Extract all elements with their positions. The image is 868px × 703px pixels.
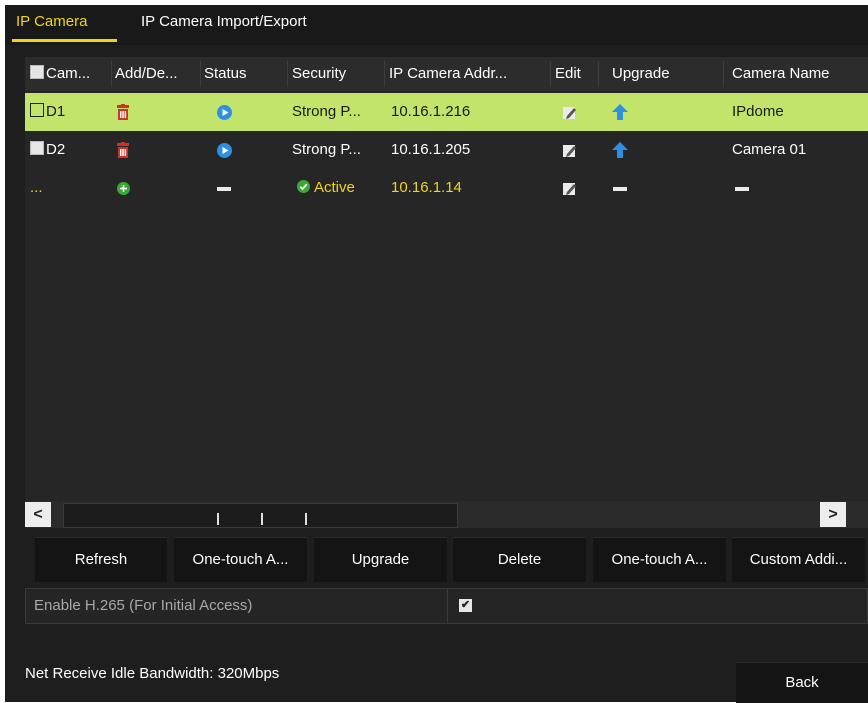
security-cell: Strong P... — [292, 141, 361, 158]
h265-setting-row: Enable H.265 (For Initial Access) ✔ — [25, 588, 868, 624]
tab-ip-camera-import-export[interactable]: IP Camera Import/Export — [141, 13, 307, 30]
check-circle-icon — [297, 180, 310, 193]
column-header-camera-name[interactable]: Camera Name — [732, 57, 868, 91]
camera-name-cell: IPdome — [732, 103, 784, 120]
camera-name-cell: Camera 01 — [732, 141, 807, 158]
scroll-left-button[interactable]: < — [25, 502, 51, 527]
bandwidth-status: Net Receive Idle Bandwidth: 320Mbps — [25, 665, 280, 682]
column-header-edit[interactable]: Edit — [555, 57, 595, 91]
tab-bar: IP Camera IP Camera Import/Export — [5, 5, 868, 45]
upgrade-button[interactable]: Upgrade — [314, 537, 447, 582]
delete-icon[interactable] — [116, 104, 130, 120]
column-header-upgrade[interactable]: Upgrade — [612, 57, 712, 91]
ip-address-cell: 10.16.1.205 — [391, 141, 471, 158]
edit-icon[interactable] — [563, 182, 577, 196]
ip-address-cell: 10.16.1.216 — [391, 103, 471, 120]
tab-ip-camera[interactable]: IP Camera — [16, 13, 87, 30]
refresh-button[interactable]: Refresh — [35, 537, 167, 582]
camera-no-cell: D2 — [30, 131, 65, 169]
camera-table: Cam... Add/De... Status Security IP Came… — [25, 57, 868, 501]
play-icon[interactable] — [217, 143, 232, 158]
column-header-status[interactable]: Status — [204, 57, 284, 91]
security-cell: Active — [297, 169, 355, 207]
camera-no-cell: D1 — [30, 93, 65, 131]
row-checkbox[interactable] — [30, 103, 44, 117]
upgrade-dash-icon — [613, 187, 627, 191]
ip-camera-window: IP Camera IP Camera Import/Export Cam...… — [5, 5, 868, 703]
h265-checkbox[interactable]: ✔ — [459, 599, 472, 612]
camera-name-dash-icon — [735, 187, 749, 191]
edit-icon[interactable] — [563, 144, 577, 158]
status-dash-icon — [217, 187, 231, 191]
column-header-camera-no[interactable]: Cam... — [30, 57, 110, 91]
scroll-thumb[interactable] — [63, 503, 458, 528]
column-header-ip-address[interactable]: IP Camera Addr... — [389, 57, 549, 91]
row-checkbox[interactable] — [30, 141, 44, 155]
table-row[interactable]: D1 Strong P... 10.16.1.216 IPdome — [25, 93, 868, 131]
add-icon[interactable] — [117, 182, 130, 195]
column-header-add-delete[interactable]: Add/De... — [115, 57, 199, 91]
upgrade-icon[interactable] — [612, 142, 628, 158]
table-row[interactable]: D2 Strong P... 10.16.1.205 Camera 01 — [25, 131, 868, 169]
upgrade-icon[interactable] — [612, 104, 628, 120]
one-touch-activate-button[interactable]: One-touch A... — [174, 537, 307, 582]
column-header-security[interactable]: Security — [292, 57, 382, 91]
play-icon[interactable] — [217, 105, 232, 120]
delete-icon[interactable] — [116, 142, 130, 158]
h265-label: Enable H.265 (For Initial Access) — [34, 597, 253, 614]
custom-adding-button[interactable]: Custom Addi... — [732, 537, 865, 582]
active-tab-indicator — [12, 39, 117, 42]
scroll-right-button[interactable]: > — [820, 502, 846, 527]
select-all-checkbox[interactable] — [30, 65, 44, 79]
edit-icon[interactable] — [563, 106, 577, 120]
security-cell: Strong P... — [292, 103, 361, 120]
camera-no-cell: ... — [30, 179, 43, 196]
one-touch-adding-button[interactable]: One-touch A... — [593, 537, 726, 582]
table-header: Cam... Add/De... Status Security IP Came… — [25, 57, 868, 91]
table-row[interactable]: ... Active 10.16.1.14 — [25, 169, 868, 207]
ip-address-cell: 10.16.1.14 — [391, 179, 462, 196]
horizontal-scrollbar[interactable]: < > — [25, 501, 868, 528]
back-button[interactable]: Back — [736, 662, 868, 703]
delete-button[interactable]: Delete — [453, 537, 586, 582]
